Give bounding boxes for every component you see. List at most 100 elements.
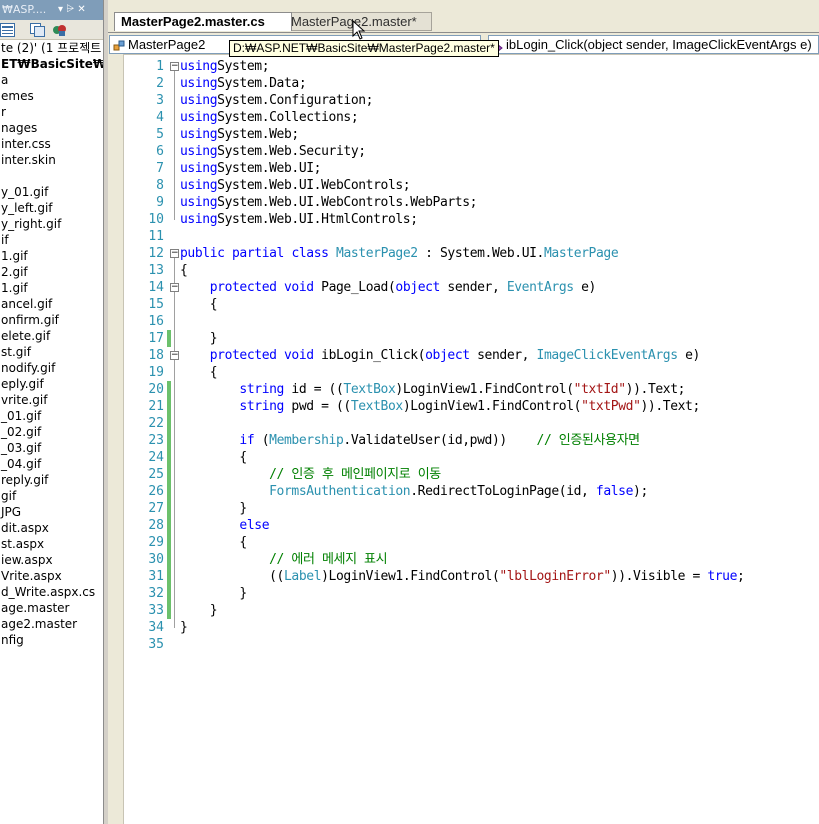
line-number: 33 bbox=[148, 603, 164, 618]
code-line[interactable]: else bbox=[180, 517, 269, 534]
code-line[interactable]: } bbox=[180, 602, 218, 619]
code-line[interactable]: { bbox=[180, 262, 188, 279]
solution-tree-item[interactable]: 1.gif bbox=[0, 248, 103, 264]
code-line[interactable]: usingSystem.Web; bbox=[180, 126, 299, 143]
solution-tree-item[interactable]: emes bbox=[0, 88, 103, 104]
code-line[interactable]: usingSystem.Collections; bbox=[180, 109, 359, 126]
method-dropdown[interactable]: ibLogin_Click(object sender, ImageClickE… bbox=[488, 35, 819, 54]
collapse-outline-icon[interactable]: − bbox=[170, 62, 179, 71]
solution-tree-item[interactable]: inter.skin bbox=[0, 152, 103, 168]
code-line[interactable]: protected void Page_Load(object sender, … bbox=[180, 279, 597, 296]
refresh-icon[interactable] bbox=[52, 23, 67, 37]
code-text: { bbox=[180, 263, 188, 278]
code-line[interactable]: { bbox=[180, 534, 247, 551]
solution-tree-item[interactable]: d_Write.aspx.cs bbox=[0, 584, 103, 600]
code-line[interactable]: FormsAuthentication.RedirectToLoginPage(… bbox=[180, 483, 648, 500]
code-line[interactable]: public partial class MasterPage2 : Syste… bbox=[180, 245, 619, 262]
solution-tree-item[interactable]: 2.gif bbox=[0, 264, 103, 280]
code-line[interactable]: } bbox=[180, 585, 247, 602]
code-line[interactable]: } bbox=[180, 500, 247, 517]
solution-tree-item[interactable] bbox=[0, 168, 103, 184]
window-controls-icon[interactable]: ▾ ⩥ ✕ bbox=[58, 0, 86, 19]
code-line[interactable]: } bbox=[180, 330, 218, 347]
solution-tree-item[interactable]: dit.aspx bbox=[0, 520, 103, 536]
code-line[interactable]: // 에러 메세지 표시 bbox=[180, 551, 387, 568]
code-line[interactable]: ((Label)LoginView1.FindControl("lblLogin… bbox=[180, 568, 745, 585]
line-number: 5 bbox=[156, 127, 164, 142]
solution-tree-item[interactable]: r bbox=[0, 104, 103, 120]
code-type: TextBox bbox=[343, 382, 396, 397]
solution-tree-item[interactable]: y_01.gif bbox=[0, 184, 103, 200]
code-line[interactable]: usingSystem; bbox=[180, 58, 270, 75]
collapse-outline-icon[interactable]: − bbox=[170, 351, 179, 360]
show-all-files-icon[interactable] bbox=[30, 23, 45, 37]
solution-tree-item[interactable]: Vrite.aspx bbox=[0, 568, 103, 584]
code-line[interactable]: { bbox=[180, 296, 218, 313]
solution-tree-item[interactable]: gif bbox=[0, 488, 103, 504]
code-text: )LoginView1.FindControl( bbox=[321, 569, 500, 584]
solution-tree-item[interactable]: age.master bbox=[0, 600, 103, 616]
document-tabbar: MasterPage2.master* MasterPage2.master.c… bbox=[108, 0, 819, 33]
code-line[interactable]: } bbox=[180, 619, 188, 636]
code-text: e) bbox=[677, 348, 700, 363]
line-number: 16 bbox=[148, 314, 164, 329]
line-number: 12 bbox=[148, 246, 164, 261]
code-line[interactable]: if (Membership.ValidateUser(id,pwd)) // … bbox=[180, 432, 640, 449]
code-line[interactable]: usingSystem.Web.Security; bbox=[180, 143, 366, 160]
solution-tree-item[interactable]: nages bbox=[0, 120, 103, 136]
properties-icon[interactable] bbox=[0, 23, 15, 37]
solution-tree-item[interactable]: eply.gif bbox=[0, 376, 103, 392]
line-number: 34 bbox=[148, 620, 164, 635]
code-line[interactable]: { bbox=[180, 449, 247, 466]
solution-tree-item[interactable]: a bbox=[0, 72, 103, 88]
change-tracking-bar bbox=[167, 381, 171, 619]
tab-masterpage2-master-cs[interactable]: MasterPage2.master.cs bbox=[114, 12, 292, 31]
solution-tree-item[interactable]: JPG bbox=[0, 504, 103, 520]
solution-tree-item[interactable]: ET₩BasicSite₩ bbox=[0, 56, 103, 72]
solution-tree-item[interactable]: _04.gif bbox=[0, 456, 103, 472]
solution-tree-item[interactable]: _02.gif bbox=[0, 424, 103, 440]
code-line[interactable]: usingSystem.Web.UI.WebControls.WebParts; bbox=[180, 194, 477, 211]
solution-tree-item[interactable]: st.aspx bbox=[0, 536, 103, 552]
line-number: 18 bbox=[148, 348, 164, 363]
solution-tree-item[interactable]: if bbox=[0, 232, 103, 248]
solution-tree-item[interactable]: _01.gif bbox=[0, 408, 103, 424]
code-line[interactable]: { bbox=[180, 364, 218, 381]
solution-tree-item[interactable]: vrite.gif bbox=[0, 392, 103, 408]
code-line[interactable]: usingSystem.Web.UI.HtmlControls; bbox=[180, 211, 418, 228]
code-line[interactable]: // 인증 후 메인페이지로 이동 bbox=[180, 466, 441, 483]
solution-tree-item[interactable]: te (2)' (1 프로젝트 bbox=[0, 40, 103, 56]
code-text: )LoginView1.FindControl( bbox=[395, 382, 574, 397]
solution-tree-item[interactable]: iew.aspx bbox=[0, 552, 103, 568]
solution-tree-item[interactable]: elete.gif bbox=[0, 328, 103, 344]
solution-tree-item[interactable]: nodify.gif bbox=[0, 360, 103, 376]
code-line[interactable]: protected void ibLogin_Click(object send… bbox=[180, 347, 701, 364]
code-text: System.Web.UI.WebControls; bbox=[217, 178, 411, 193]
solution-tree-item[interactable]: y_left.gif bbox=[0, 200, 103, 216]
code-line[interactable]: usingSystem.Data; bbox=[180, 75, 307, 92]
solution-tree-item[interactable]: age2.master bbox=[0, 616, 103, 632]
collapse-outline-icon[interactable]: − bbox=[170, 283, 179, 292]
code-text: System.Web.UI; bbox=[217, 161, 322, 176]
solution-tree-item[interactable]: st.gif bbox=[0, 344, 103, 360]
code-line[interactable]: usingSystem.Web.UI; bbox=[180, 160, 322, 177]
code-line[interactable]: string id = ((TextBox)LoginView1.FindCon… bbox=[180, 381, 685, 398]
line-number: 1 bbox=[156, 59, 164, 74]
solution-tree-item[interactable]: 1.gif bbox=[0, 280, 103, 296]
collapse-outline-icon[interactable]: − bbox=[170, 249, 179, 258]
solution-tree-item[interactable]: reply.gif bbox=[0, 472, 103, 488]
solution-tree-item[interactable]: inter.css bbox=[0, 136, 103, 152]
code-line[interactable]: usingSystem.Configuration; bbox=[180, 92, 374, 109]
code-text: } bbox=[180, 586, 247, 601]
solution-tree-item[interactable]: onfirm.gif bbox=[0, 312, 103, 328]
solution-tree-item[interactable]: _03.gif bbox=[0, 440, 103, 456]
code-editor[interactable]: 1 usingSystem; 2 usingSystem.Data; 3 usingSys… bbox=[124, 55, 819, 824]
solution-tree-item[interactable]: nfig bbox=[0, 632, 103, 648]
solution-tree-item[interactable]: y_right.gif bbox=[0, 216, 103, 232]
code-line[interactable]: string pwd = ((TextBox)LoginView1.FindCo… bbox=[180, 398, 700, 415]
code-line[interactable]: usingSystem.Web.UI.WebControls; bbox=[180, 177, 411, 194]
solution-tree-item[interactable]: ancel.gif bbox=[0, 296, 103, 312]
